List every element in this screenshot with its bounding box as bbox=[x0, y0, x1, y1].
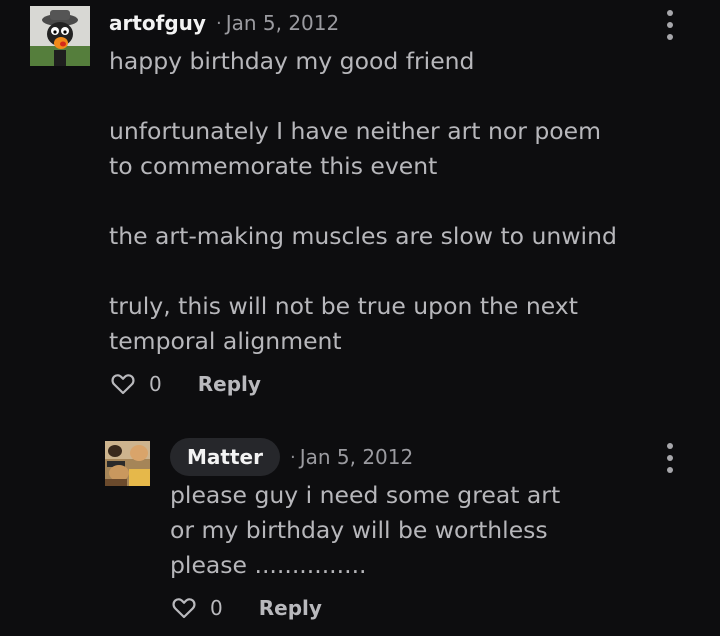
comment-thread: artofguy · Jan 5, 2012 happy birthday my… bbox=[0, 0, 720, 636]
comment-line: please guy i need some great art bbox=[170, 481, 561, 509]
comment-date[interactable]: Jan 5, 2012 bbox=[300, 445, 414, 469]
comment-actions: 0 Reply bbox=[111, 369, 261, 399]
avatar[interactable] bbox=[105, 441, 150, 486]
meta-separator: · bbox=[215, 12, 222, 34]
like-count: 0 bbox=[149, 372, 162, 396]
comment-body: please guy i need some great art or my b… bbox=[170, 478, 560, 583]
comment-line: unfortunately I have neither art nor poe… bbox=[109, 117, 601, 145]
more-options-icon[interactable] bbox=[665, 10, 675, 40]
comment-line: temporal alignment bbox=[109, 327, 342, 355]
comment-date[interactable]: Jan 5, 2012 bbox=[226, 11, 340, 35]
comment-line: to commemorate this event bbox=[109, 152, 438, 180]
like-count: 0 bbox=[210, 596, 223, 620]
avatar-image bbox=[30, 6, 90, 66]
comment-meta: artofguy · Jan 5, 2012 bbox=[109, 8, 339, 38]
heart-icon[interactable] bbox=[111, 373, 135, 395]
avatar-image bbox=[105, 441, 150, 486]
comment-body: happy birthday my good friend unfortunat… bbox=[109, 44, 617, 359]
comment-meta: Matter · Jan 5, 2012 bbox=[170, 438, 413, 476]
meta-separator: · bbox=[289, 446, 296, 468]
comment-actions: 0 Reply bbox=[172, 593, 322, 623]
comment-line: happy birthday my good friend bbox=[109, 47, 475, 75]
more-options-icon[interactable] bbox=[665, 443, 675, 473]
comment-line: or my birthday will be worthless bbox=[170, 516, 548, 544]
author-name[interactable]: Matter bbox=[170, 438, 280, 476]
comment-line: truly, this will not be true upon the ne… bbox=[109, 292, 578, 320]
heart-icon[interactable] bbox=[172, 597, 196, 619]
comment-line: the art-making muscles are slow to unwin… bbox=[109, 222, 617, 250]
reply-button[interactable]: Reply bbox=[259, 596, 322, 620]
reply-button[interactable]: Reply bbox=[198, 372, 261, 396]
avatar[interactable] bbox=[30, 6, 90, 66]
author-name[interactable]: artofguy bbox=[109, 11, 206, 35]
comment-line: please ............... bbox=[170, 551, 367, 579]
